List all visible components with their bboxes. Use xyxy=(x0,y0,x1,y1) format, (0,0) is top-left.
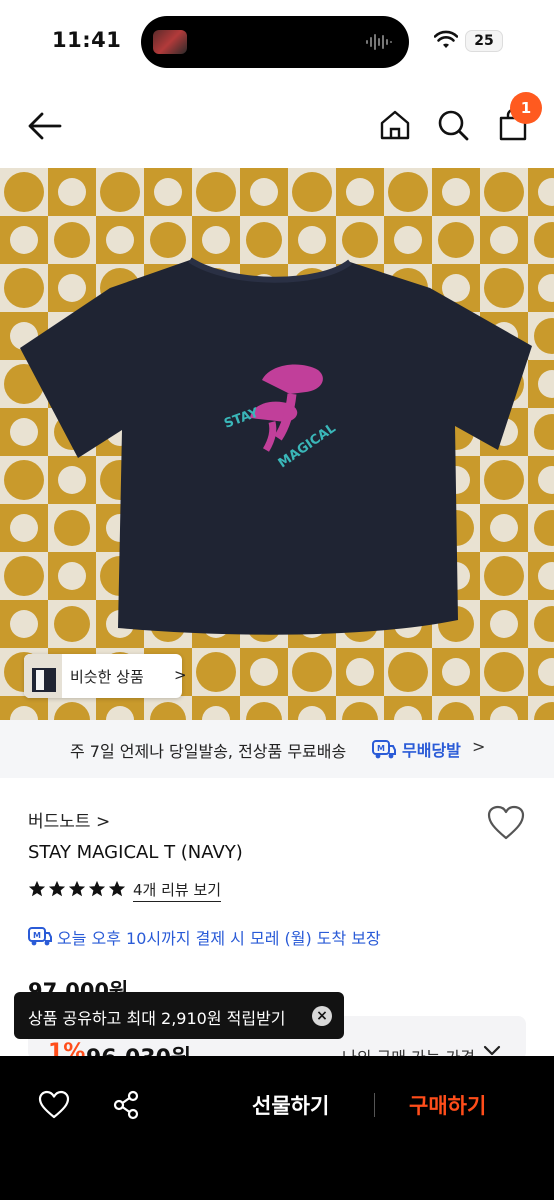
star-icon xyxy=(28,880,46,897)
wifi-icon xyxy=(434,30,458,48)
product-image[interactable]: STAY MAGICAL xyxy=(0,168,554,720)
review-link[interactable]: 4개 리뷰 보기 xyxy=(133,879,222,902)
now-playing-thumbnail xyxy=(153,30,187,54)
star-icon xyxy=(108,880,126,897)
back-arrow-icon[interactable] xyxy=(26,110,64,142)
home-icon[interactable] xyxy=(378,108,412,142)
brand-link[interactable]: 버드노트 > xyxy=(28,807,110,832)
free-shipping-label: 무배당발 xyxy=(402,741,461,760)
top-nav xyxy=(0,84,554,168)
close-icon[interactable]: × xyxy=(312,1006,332,1026)
dynamic-island[interactable] xyxy=(141,16,409,68)
star-icon xyxy=(88,880,106,897)
audio-wave-icon xyxy=(366,34,392,50)
toast-message: 상품 공유하고 최대 2,910원 적립받기 xyxy=(28,1009,286,1028)
star-icon xyxy=(48,880,66,897)
svg-text:M: M xyxy=(377,744,385,753)
delivery-text: 주 7일 언제나 당일발송, 전상품 무료배송 xyxy=(70,742,347,761)
divider xyxy=(374,1093,375,1117)
status-time: 11:41 xyxy=(52,28,122,52)
heart-icon[interactable] xyxy=(486,804,526,842)
delivery-truck-icon: M xyxy=(372,740,396,759)
product-detail-screen: 11:41 25 1 STAY MAGICAL 비슷한 상품 > 주 7일 언제… xyxy=(0,0,554,1200)
star-icon xyxy=(68,880,86,897)
gift-button[interactable]: 선물하기 xyxy=(252,1090,329,1120)
arrival-guarantee-text: 오늘 오후 10시까지 결제 시 모레 (월) 도착 보장 xyxy=(57,929,381,948)
chevron-right-icon: > xyxy=(472,737,486,756)
heart-icon[interactable] xyxy=(38,1090,70,1120)
product-photo-illustration: STAY MAGICAL xyxy=(0,168,554,720)
share-icon[interactable] xyxy=(112,1090,140,1120)
buy-button[interactable]: 구매하기 xyxy=(409,1090,486,1120)
battery-indicator: 25 xyxy=(465,30,503,52)
bottom-action-bar: 선물하기 구매하기 xyxy=(0,1056,554,1200)
rating-stars xyxy=(28,880,126,900)
status-bar: 11:41 25 xyxy=(0,0,554,84)
similar-product-thumbnail xyxy=(24,654,62,698)
share-reward-toast: 상품 공유하고 최대 2,910원 적립받기 × xyxy=(14,992,344,1039)
product-title: STAY MAGICAL T (NAVY) xyxy=(28,842,243,863)
similar-products-label: 비슷한 상품 xyxy=(70,668,144,686)
delivery-banner[interactable]: 주 7일 언제나 당일발송, 전상품 무료배송 M 무배당발 > xyxy=(0,720,554,778)
similar-products-button[interactable]: 비슷한 상품 > xyxy=(24,654,187,698)
chevron-right-icon: > xyxy=(174,666,187,684)
delivery-truck-icon: M xyxy=(28,927,52,946)
search-icon[interactable] xyxy=(436,108,470,142)
svg-text:M: M xyxy=(33,931,41,940)
cart-count-badge: 1 xyxy=(510,92,542,124)
